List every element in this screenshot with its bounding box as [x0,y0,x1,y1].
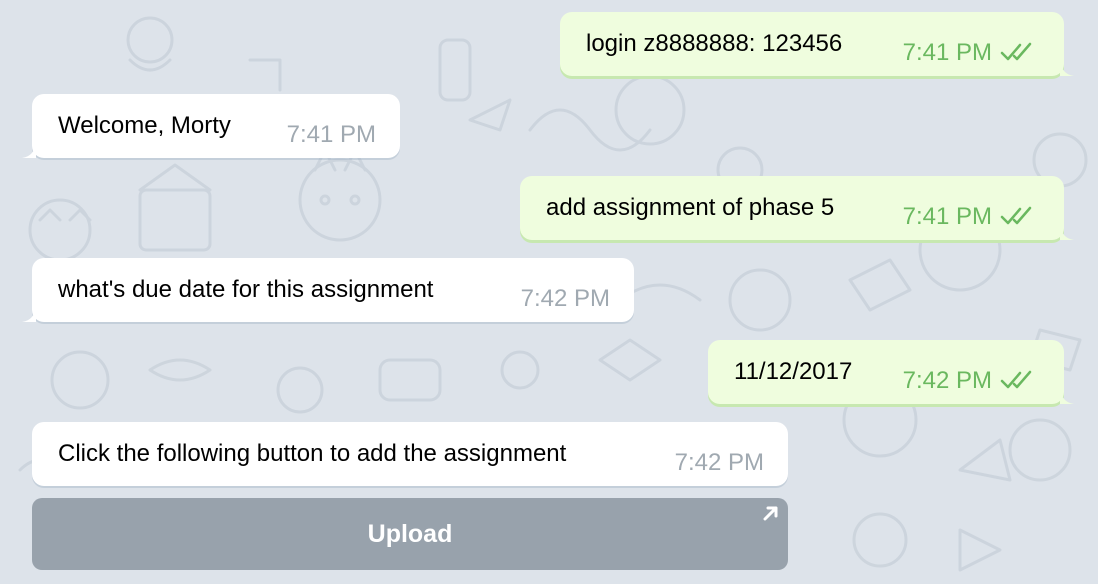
upload-button[interactable]: Upload [32,498,788,570]
bubble-tail [22,144,36,158]
bubble-tail [1060,226,1074,240]
bubble-tail [1060,390,1074,404]
arrow-up-right-icon [763,506,778,521]
message-time: 7:42 PM [520,285,610,312]
message-text: Click the following button to add the as… [58,440,567,467]
message-time: 7:42 PM [902,367,992,394]
message-text: login z8888888: 123456 [586,30,843,57]
message-time: 7:41 PM [902,203,992,230]
message-bubble-outgoing: login z8888888: 123456 7:41 PM [560,12,1074,76]
message-bubble-incoming: Click the following button to add the as… [32,422,788,486]
message-time: 7:41 PM [902,39,992,66]
bubble-tail [22,308,36,322]
message-bubble-outgoing: add assignment of phase 5 7:41 PM [520,176,1074,240]
message-text: add assignment of phase 5 [546,194,835,221]
message-text: 11/12/2017 [734,358,853,385]
bubble-tail [1060,62,1074,76]
double-check-icon [1000,370,1032,389]
upload-button-label: Upload [367,520,453,548]
message-text: Welcome, Morty [58,112,231,139]
message-bubble-incoming: what's due date for this assignment 7:42… [22,258,634,322]
message-time: 7:42 PM [674,449,764,476]
message-time: 7:41 PM [286,121,376,148]
message-bubble-incoming: Welcome, Morty 7:41 PM [22,94,400,158]
double-check-icon [1000,42,1032,61]
double-check-icon [1000,206,1032,225]
message-bubble-outgoing: 11/12/2017 7:42 PM [708,340,1074,404]
message-text: what's due date for this assignment [58,276,434,303]
